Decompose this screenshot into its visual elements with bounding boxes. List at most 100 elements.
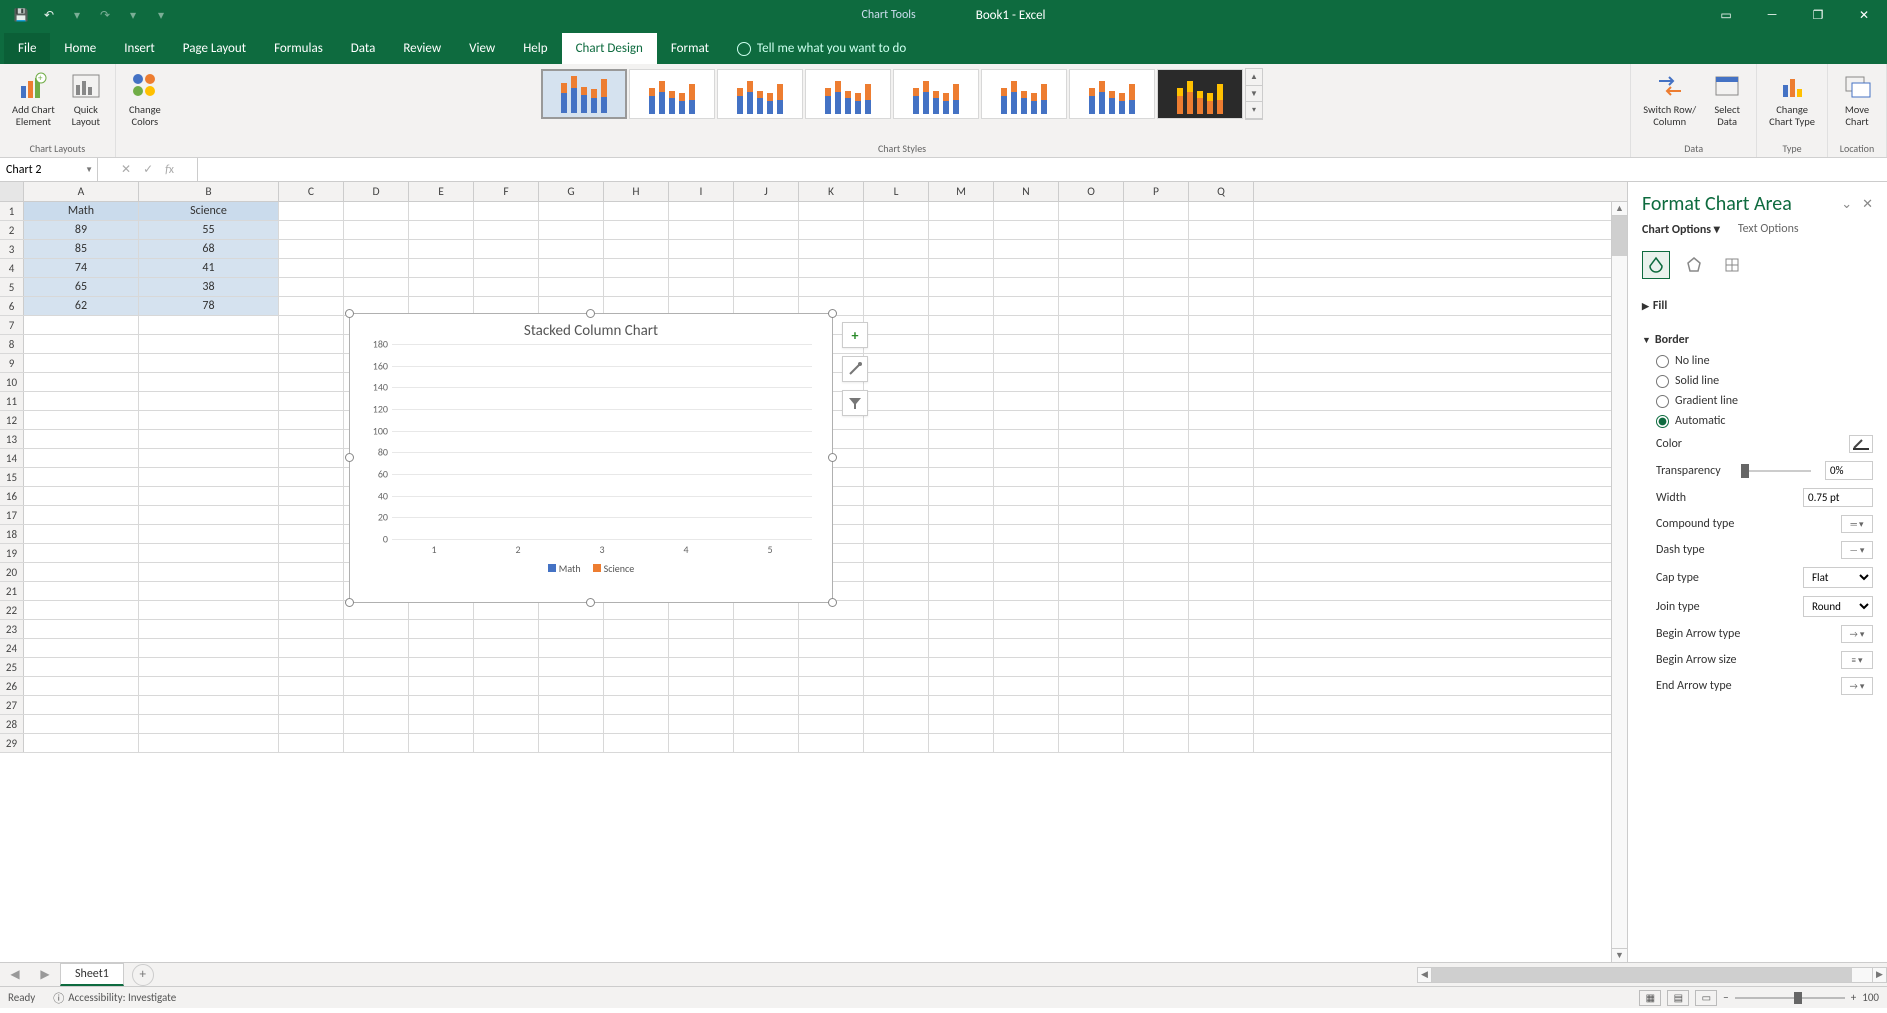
cell[interactable] <box>1124 601 1189 619</box>
cell[interactable] <box>1124 430 1189 448</box>
cell[interactable] <box>734 278 799 296</box>
cell[interactable] <box>604 278 669 296</box>
undo-icon[interactable]: ↶ <box>38 4 60 26</box>
cell[interactable] <box>734 696 799 714</box>
undo-dropdown-icon[interactable]: ▾ <box>66 4 88 26</box>
cell[interactable] <box>604 601 669 619</box>
redo-icon[interactable]: ↷ <box>94 4 116 26</box>
resize-handle[interactable] <box>828 598 837 607</box>
cell[interactable] <box>139 734 279 752</box>
cell[interactable] <box>864 487 929 505</box>
cell[interactable] <box>669 259 734 277</box>
enter-icon[interactable]: ✓ <box>143 162 153 177</box>
cell[interactable] <box>279 202 344 220</box>
cell[interactable] <box>864 449 929 467</box>
cell[interactable] <box>864 601 929 619</box>
cell[interactable] <box>474 278 539 296</box>
cell[interactable] <box>539 202 604 220</box>
redo-dropdown-icon[interactable]: ▾ <box>122 4 144 26</box>
cell[interactable] <box>409 202 474 220</box>
cell[interactable] <box>474 620 539 638</box>
cell[interactable] <box>799 620 864 638</box>
cap-type-select[interactable]: Flat <box>1803 567 1873 588</box>
row-header[interactable]: 26 <box>0 677 24 695</box>
cell[interactable] <box>1189 297 1254 315</box>
cell[interactable] <box>799 259 864 277</box>
formula-bar[interactable] <box>198 158 1887 181</box>
row-header[interactable]: 8 <box>0 335 24 353</box>
chart-title[interactable]: Stacked Column Chart <box>350 314 832 344</box>
row-header[interactable]: 13 <box>0 430 24 448</box>
cell[interactable] <box>1124 620 1189 638</box>
cell[interactable] <box>139 316 279 334</box>
resize-handle[interactable] <box>345 598 354 607</box>
minimize-button[interactable]: — <box>1749 0 1795 30</box>
cell[interactable] <box>994 297 1059 315</box>
change-chart-type-button[interactable]: Change Chart Type <box>1765 68 1819 130</box>
cell[interactable] <box>1059 601 1124 619</box>
cell[interactable] <box>929 373 994 391</box>
pane-options-icon[interactable]: ⌄ <box>1841 197 1852 212</box>
cell[interactable] <box>1124 506 1189 524</box>
cell[interactable] <box>474 221 539 239</box>
cell[interactable] <box>864 411 929 429</box>
spreadsheet-grid[interactable]: A B C D E F G H I J K L M N O P Q 1MathS… <box>0 182 1627 962</box>
cell[interactable] <box>1124 563 1189 581</box>
row-header[interactable]: 21 <box>0 582 24 600</box>
cell[interactable] <box>994 601 1059 619</box>
cell[interactable] <box>929 449 994 467</box>
cell[interactable] <box>139 411 279 429</box>
row-header[interactable]: 6 <box>0 297 24 315</box>
cell[interactable] <box>1124 734 1189 752</box>
cell[interactable] <box>929 620 994 638</box>
cell[interactable] <box>1124 392 1189 410</box>
compound-type-picker[interactable]: ═ ▾ <box>1841 515 1873 533</box>
cell[interactable] <box>24 620 139 638</box>
row-header[interactable]: 23 <box>0 620 24 638</box>
cell[interactable] <box>994 677 1059 695</box>
cell[interactable] <box>1189 411 1254 429</box>
cell[interactable] <box>994 715 1059 733</box>
resize-handle[interactable] <box>828 309 837 318</box>
cell[interactable] <box>994 468 1059 486</box>
new-sheet-button[interactable]: + <box>132 964 154 986</box>
cell[interactable] <box>1059 677 1124 695</box>
cell[interactable] <box>1059 563 1124 581</box>
tab-data[interactable]: Data <box>337 33 390 64</box>
zoom-out-icon[interactable]: − <box>1723 991 1728 1004</box>
cell[interactable] <box>734 677 799 695</box>
cell[interactable] <box>279 696 344 714</box>
cell[interactable] <box>929 392 994 410</box>
cell[interactable] <box>1059 221 1124 239</box>
row-header[interactable]: 14 <box>0 449 24 467</box>
cell[interactable] <box>1059 316 1124 334</box>
cell[interactable] <box>139 601 279 619</box>
row-header[interactable]: 7 <box>0 316 24 334</box>
cell[interactable] <box>279 601 344 619</box>
cell[interactable] <box>864 316 929 334</box>
cell[interactable] <box>24 430 139 448</box>
cell[interactable] <box>1189 487 1254 505</box>
fill-section-header[interactable]: ▶Fill <box>1642 295 1873 317</box>
cell[interactable] <box>1124 449 1189 467</box>
cell[interactable] <box>799 202 864 220</box>
cell[interactable] <box>929 202 994 220</box>
cell[interactable] <box>1189 563 1254 581</box>
cell[interactable] <box>864 354 929 372</box>
cell[interactable] <box>669 639 734 657</box>
cell[interactable] <box>24 316 139 334</box>
row-header[interactable]: 25 <box>0 658 24 676</box>
cell[interactable] <box>279 563 344 581</box>
fx-icon[interactable]: fx <box>165 163 174 177</box>
cell[interactable] <box>24 563 139 581</box>
cell[interactable] <box>539 278 604 296</box>
cell[interactable] <box>669 202 734 220</box>
cell[interactable] <box>929 677 994 695</box>
cell[interactable] <box>279 639 344 657</box>
cell[interactable] <box>409 278 474 296</box>
chart-style-2[interactable] <box>629 69 715 119</box>
cell[interactable] <box>929 658 994 676</box>
cell[interactable] <box>1124 468 1189 486</box>
cell[interactable] <box>929 487 994 505</box>
cell[interactable]: 89 <box>24 221 139 239</box>
